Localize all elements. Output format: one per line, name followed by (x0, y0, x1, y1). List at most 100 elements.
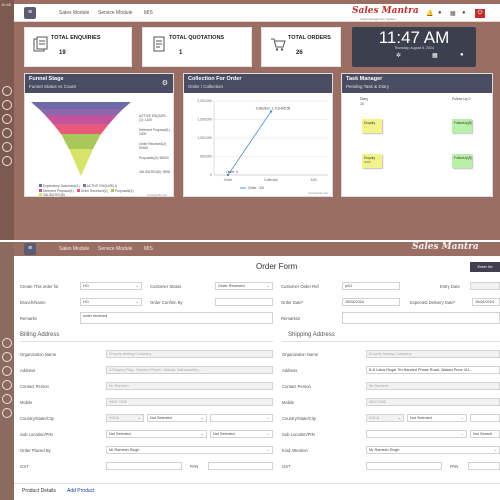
nav-service-module[interactable]: Service Module (98, 10, 132, 16)
nav-mis[interactable]: MIS (144, 246, 153, 252)
notification-icon[interactable]: ● (438, 10, 442, 16)
user-icon[interactable]: ● (460, 52, 464, 58)
tab-add-product[interactable]: Add Product (67, 488, 95, 494)
user-icon[interactable] (2, 394, 12, 404)
chevron-down-icon: ⌄ (266, 283, 270, 288)
y-tick-label: 0 (210, 173, 212, 177)
enter-item-button[interactable]: Enter Ite (470, 262, 500, 272)
series-line (227, 111, 272, 176)
placed-by-select[interactable]: Mr Ramesh Singh ⌄ (106, 446, 273, 454)
dashboard-screen: 10:46 ≡ Sales Module Service Module MIS … (0, 0, 500, 240)
settings-icon[interactable] (2, 352, 12, 362)
panel-title: Collection For Order (188, 76, 242, 82)
dashboard-icon[interactable] (2, 86, 12, 96)
nav-sales-module[interactable]: Sales Module (59, 246, 89, 252)
shipping-gst-input[interactable] (366, 462, 442, 470)
shipping-gst-label: GST (282, 464, 291, 469)
billing-mobile-input[interactable]: 9890 7655 (106, 398, 273, 406)
nav-service-module[interactable]: Service Module (98, 246, 132, 252)
shipping-country-select[interactable]: INDIA ⌄ (366, 414, 404, 422)
shipping-contact-input[interactable]: Mr Ramesh (366, 382, 500, 390)
diary-note[interactable]: Enquiry ... (362, 119, 382, 133)
funnel-label: ACTIVE ENQUIRI...(1): 1100 (139, 114, 169, 122)
funnel-label: Order Received(2): 91600 (139, 142, 168, 150)
shipping-country-label: Country/State/City (282, 416, 316, 421)
nav-mis[interactable]: MIS (144, 10, 153, 16)
menu-toggle-button[interactable]: ≡ (24, 243, 36, 255)
billing-address-input[interactable]: A Enquiry Raju, Nanded Pimpri, Wakad, Ma… (106, 366, 273, 374)
shipping-address-input[interactable]: B-6 Lotus Regal 7th Nanded Phase Road, W… (366, 366, 500, 374)
billing-pin-select[interactable]: Not Selected ⌄ (210, 430, 273, 438)
billing-gst-input[interactable] (106, 462, 182, 470)
reports-icon[interactable] (2, 366, 12, 376)
y-tick-label: 1,500,000 (197, 118, 212, 122)
calendar-icon[interactable]: ▦ (450, 10, 456, 17)
shipping-pan-label: PAN (450, 464, 459, 469)
stat-card-enquiries[interactable]: TOTAL ENQUIRIES 19 (24, 27, 132, 67)
billing-pan-input[interactable] (208, 462, 273, 470)
user-icon[interactable] (2, 142, 12, 152)
billing-city-select[interactable]: ⌄ (210, 414, 273, 422)
shipping-mobile-input[interactable]: 98907655 (366, 398, 500, 406)
shipping-state-select[interactable]: Not Selected ⌄ (407, 414, 467, 422)
billing-contact-input[interactable]: Mr Ramesh (106, 382, 273, 390)
delivery-date-input[interactable]: 15/04/2024 (472, 298, 500, 306)
divider (282, 341, 500, 342)
shipping-pin-input[interactable]: Not Search (470, 430, 500, 438)
legend-item: Exploratory Data bank(1) (43, 184, 80, 188)
calendar-icon[interactable]: ▦ (432, 52, 438, 59)
followup-note[interactable]: FollowUp(5) (452, 154, 472, 168)
gear-icon[interactable]: ✲ (396, 52, 401, 59)
tab-product-details[interactable]: Product Details (22, 488, 56, 494)
shipping-city-select[interactable] (470, 414, 500, 422)
reports-icon[interactable] (2, 114, 12, 124)
billing-sublocation-select[interactable]: Not Selected ⌄ (106, 430, 207, 438)
diary-note[interactable]: Enquiry work (362, 154, 382, 168)
billing-org-input[interactable]: Enquiry testing Company (106, 350, 273, 358)
help-icon[interactable] (2, 380, 12, 390)
settings-icon[interactable] (2, 100, 12, 110)
billing-sublocation-label: Sub Location/PIN (20, 432, 53, 437)
branch-select[interactable]: HO ⌄ (80, 298, 142, 306)
gear-icon[interactable]: ⚙ (162, 79, 168, 87)
placed-by-label: Order Placed By (20, 448, 51, 453)
billing-country-select[interactable]: INDIA ⌄ (106, 414, 144, 422)
order-confirm-input[interactable] (215, 298, 273, 306)
customer-status-select[interactable]: Order Received ⌄ (215, 282, 273, 290)
mail-icon[interactable] (2, 408, 12, 418)
app-screens: 10:46 ≡ Sales Module Service Module MIS … (0, 0, 500, 500)
menu-toggle-button[interactable]: ≡ (24, 7, 36, 19)
remarks2-textarea[interactable] (342, 312, 500, 324)
chart-credit: CanvasJS.com (147, 193, 168, 197)
billing-pan-label: PAN (190, 464, 199, 469)
shipping-mobile-label: Mobile (282, 400, 295, 405)
top-nav-bar: ≡ Sales Module Service Module MIS Sales … (14, 242, 500, 256)
stat-card-orders[interactable]: TOTAL ORDERS 26 (261, 27, 341, 67)
note-subtext: ... (364, 125, 367, 129)
profile-icon[interactable]: ● (462, 10, 466, 16)
customer-po-input[interactable]: p/01 (342, 282, 400, 290)
order-date-input[interactable]: 15/04/2024 (342, 298, 400, 306)
billing-state-select[interactable]: Not Selected ⌄ (147, 414, 207, 422)
remarks-textarea[interactable]: order received (80, 312, 273, 324)
kind-attention-select[interactable]: Mr Ramesh Singh ⌄ (366, 446, 500, 454)
stat-card-quotations[interactable]: TOTAL QUOTATIONS 1 (142, 27, 252, 67)
stat-value: 19 (59, 50, 66, 56)
nav-sales-module[interactable]: Sales Module (59, 10, 89, 16)
chevron-down-icon: ⌄ (135, 299, 139, 304)
entry-date-input[interactable] (470, 282, 500, 290)
mail-icon[interactable] (2, 156, 12, 166)
funnel-segment (31, 102, 131, 109)
help-icon[interactable] (2, 128, 12, 138)
created-for-select[interactable]: HO ⌄ (80, 282, 142, 290)
followup-note[interactable]: FollowUp(5) (452, 119, 472, 133)
shipping-pan-input[interactable] (468, 462, 500, 470)
dashboard-icon[interactable] (2, 338, 12, 348)
chevron-down-icon: ⌄ (135, 283, 139, 288)
shipping-org-input[interactable]: Enquiry testing Company (366, 350, 500, 358)
enquiry-icon (33, 36, 48, 52)
bell-icon[interactable]: 🔔 (426, 10, 433, 17)
shipping-sublocation-select[interactable]: ⌄ (366, 430, 467, 438)
funnel-segment (39, 109, 123, 115)
power-icon[interactable]: ⏻ (475, 9, 485, 18)
